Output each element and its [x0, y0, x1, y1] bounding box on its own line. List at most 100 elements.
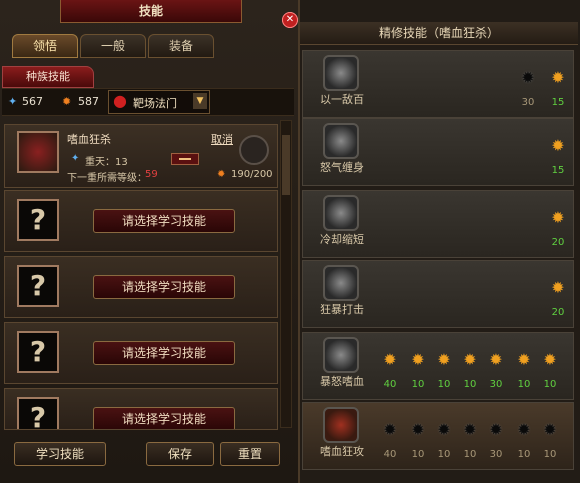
- inactive-star-node-icon[interactable]: ✹: [381, 421, 399, 439]
- choose-skill-button[interactable]: 请选择学习技能: [93, 209, 235, 233]
- node-point-value: 10: [543, 449, 557, 460]
- skull-skill-icon: [323, 407, 359, 443]
- node-point-value: 30: [489, 379, 503, 390]
- question-mark-icon: ?: [17, 331, 59, 373]
- node-point-value: 10: [517, 449, 531, 460]
- tab-comprehend[interactable]: 领悟: [12, 34, 78, 58]
- skull-skill-icon: [323, 265, 359, 301]
- node-point-value: 15: [551, 165, 565, 176]
- active-star-node-icon[interactable]: ✹: [549, 137, 567, 155]
- node-point-value: 10: [463, 449, 477, 460]
- node-point-value: 10: [463, 379, 477, 390]
- active-star-node-icon[interactable]: ✹: [549, 279, 567, 297]
- chevron-down-icon[interactable]: ▼: [193, 93, 207, 109]
- empty-socket-icon: [239, 135, 269, 165]
- refine-panel-title: 精修技能（嗜血狂杀）: [300, 22, 578, 45]
- orange-points-value: 587: [78, 95, 99, 108]
- window-title: 技能: [60, 0, 242, 23]
- question-mark-icon: ?: [17, 265, 59, 307]
- refine-skill-label: 暴怒嗜血: [320, 375, 364, 388]
- orange-star-icon: ✹: [217, 169, 226, 180]
- reset-button[interactable]: 重置: [220, 442, 280, 466]
- school-selector[interactable]: ● 靶场法门 ▼: [108, 90, 210, 114]
- school-name: 靶场法门: [133, 97, 177, 110]
- skull-skill-icon: [323, 123, 359, 159]
- active-star-node-icon[interactable]: ✹: [515, 351, 533, 369]
- skill-slot: ? 请选择学习技能: [4, 388, 278, 430]
- cancel-link[interactable]: 取消: [211, 131, 233, 147]
- question-mark-icon: ?: [17, 199, 59, 241]
- node-point-value: 10: [437, 379, 451, 390]
- blue-points-value: 567: [22, 95, 43, 108]
- node-point-value: 40: [383, 379, 397, 390]
- inactive-star-node-icon[interactable]: ✹: [409, 421, 427, 439]
- save-button[interactable]: 保存: [146, 442, 214, 466]
- choose-skill-button[interactable]: 请选择学习技能: [93, 407, 235, 429]
- scrollbar-thumb[interactable]: [282, 135, 290, 195]
- requirement-value: 59: [145, 169, 158, 180]
- inactive-star-node-icon[interactable]: ✹: [541, 421, 559, 439]
- progress-value: 190/200: [231, 169, 273, 180]
- inactive-star-node-icon[interactable]: ✹: [519, 69, 537, 87]
- inactive-star-node-icon[interactable]: ✹: [487, 421, 505, 439]
- active-star-node-icon[interactable]: ✹: [541, 351, 559, 369]
- blood-drop-icon: ●: [113, 91, 127, 110]
- refine-row[interactable]: 狂暴打击 ✹ 20: [302, 260, 574, 328]
- node-point-value: 10: [411, 379, 425, 390]
- tab-equipment[interactable]: 装备: [148, 34, 214, 58]
- node-point-value: 10: [517, 379, 531, 390]
- tab-race-skills[interactable]: 种族技能: [2, 66, 94, 88]
- skull-skill-icon: [323, 337, 359, 373]
- refine-skill-label: 以一敌百: [320, 93, 364, 106]
- node-point-value: 20: [551, 237, 565, 248]
- refine-row[interactable]: 怒气缠身 ✹ 15: [302, 118, 574, 186]
- active-star-node-icon[interactable]: ✹: [487, 351, 505, 369]
- choose-skill-button[interactable]: 请选择学习技能: [93, 275, 235, 299]
- node-point-value: 30: [521, 97, 535, 108]
- refine-skill-label: 冷却缩短: [320, 233, 364, 246]
- tab-general[interactable]: 一般: [80, 34, 146, 58]
- refine-skill-label: 怒气缠身: [320, 161, 364, 174]
- skull-skill-icon: [323, 195, 359, 231]
- refine-row[interactable]: 暴怒嗜血 ✹ 40 ✹ 10 ✹ 10 ✹ 10 ✹ 30 ✹ 10 ✹ 10: [302, 332, 574, 400]
- blue-star-icon: ✦: [8, 95, 18, 108]
- minus-button[interactable]: [171, 153, 199, 165]
- node-point-value: 10: [437, 449, 451, 460]
- inactive-star-node-icon[interactable]: ✹: [515, 421, 533, 439]
- current-skill-slot: 嗜血狂杀 取消 ✦ 重天：13 下一重所需等级： 59 ✹ 190/200: [4, 124, 278, 188]
- active-star-node-icon[interactable]: ✹: [461, 351, 479, 369]
- refine-row[interactable]: 嗜血狂攻 ✹ 40 ✹ 10 ✹ 10 ✹ 10 ✹ 30 ✹ 10 ✹ 10: [302, 402, 574, 470]
- skill-slot: ? 请选择学习技能: [4, 256, 278, 318]
- refine-row[interactable]: 以一敌百 ✹ 30 ✹ 15: [302, 50, 574, 118]
- requirement-label: 下一重所需等级：: [67, 173, 147, 184]
- close-icon[interactable]: ✕: [282, 12, 298, 28]
- refine-skill-label: 狂暴打击: [320, 303, 364, 316]
- bloodthirst-skill-icon: [17, 131, 59, 173]
- node-point-value: 10: [411, 449, 425, 460]
- skill-slot: ? 请选择学习技能: [4, 190, 278, 252]
- active-star-node-icon[interactable]: ✹: [381, 351, 399, 369]
- tier-star-icon: ✦: [71, 153, 80, 164]
- orange-star-icon: ✹: [62, 95, 72, 108]
- learn-skill-button[interactable]: 学习技能: [14, 442, 106, 466]
- node-point-value: 30: [489, 449, 503, 460]
- skill-name: 嗜血狂杀: [67, 133, 111, 146]
- inactive-star-node-icon[interactable]: ✹: [461, 421, 479, 439]
- node-point-value: 15: [551, 97, 565, 108]
- refine-skill-label: 嗜血狂攻: [320, 445, 364, 458]
- question-mark-icon: ?: [17, 397, 59, 429]
- skill-slot: ? 请选择学习技能: [4, 322, 278, 384]
- active-star-node-icon[interactable]: ✹: [409, 351, 427, 369]
- choose-skill-button[interactable]: 请选择学习技能: [93, 341, 235, 365]
- active-star-node-icon[interactable]: ✹: [435, 351, 453, 369]
- tier-level: 重天：13: [85, 157, 128, 168]
- skill-window: 技能 ✕ 领悟 一般 装备 种族技能 ✦ 567 ✹ 587 ● 靶场法门 ▼ …: [0, 0, 300, 483]
- active-star-node-icon[interactable]: ✹: [549, 209, 567, 227]
- refine-row[interactable]: 冷却缩短 ✹ 20: [302, 190, 574, 258]
- node-point-value: 20: [551, 307, 565, 318]
- node-point-value: 10: [543, 379, 557, 390]
- active-star-node-icon[interactable]: ✹: [549, 69, 567, 87]
- skull-skill-icon: [323, 55, 359, 91]
- scrollbar[interactable]: [280, 120, 292, 428]
- inactive-star-node-icon[interactable]: ✹: [435, 421, 453, 439]
